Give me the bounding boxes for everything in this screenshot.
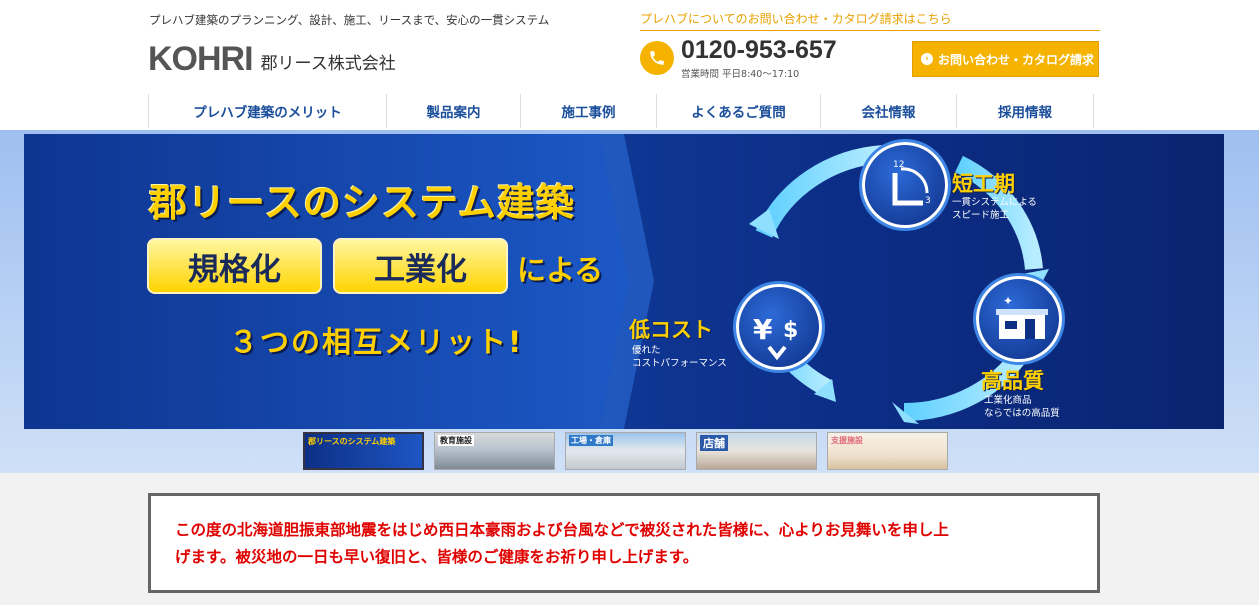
site-logo[interactable]: KOHRI 郡リース株式会社 — [148, 40, 396, 79]
thumbnail-label: 支援施設 — [831, 436, 863, 445]
short-term-title: 短工期 — [952, 172, 1015, 196]
svg-text:$: $ — [783, 318, 798, 343]
nav-item-cases[interactable]: 施工事例 — [520, 94, 656, 128]
short-term-desc: 一貫システムによる スピード施工 — [952, 196, 1037, 222]
quality-desc-2: ならではの高品質 — [984, 408, 1060, 419]
thumbnail-system[interactable]: 郡リースのシステム建築 — [303, 432, 424, 470]
svg-text:12: 12 — [893, 160, 904, 170]
phone-number[interactable]: 0120-953-657 — [681, 36, 837, 65]
thumbnail-support[interactable]: 支援施設 — [827, 432, 948, 470]
clock-icon: 12 3 — [862, 142, 948, 228]
site-header: プレハブ建築のプランニング、設計、施工、リースまで、安心の一貫システム KOHR… — [0, 0, 1259, 130]
short-term-desc-1: 一貫システムによる — [952, 197, 1037, 208]
nav-item-products[interactable]: 製品案内 — [386, 94, 520, 128]
thumbnail-label: 店舗 — [700, 435, 728, 451]
hero-mutual-merits: ３つの相互メリット! — [229, 325, 524, 359]
notice-line-2: げます。被災地の一日も早い復旧と、皆様のご健康をお祈り申し上げます。 — [175, 548, 699, 566]
short-term-desc-2: スピード施工 — [952, 210, 1010, 221]
quality-title: 高品質 — [981, 369, 1044, 393]
phone-icon — [640, 41, 674, 75]
disaster-notice: この度の北海道胆振東部地震をはじめ西日本豪雨および台風などで被災された皆様に、心… — [148, 493, 1100, 593]
building-icon: ✦ — [976, 276, 1062, 362]
contact-heading: プレハブについてのお問い合わせ・カタログ請求はこちら — [640, 10, 1100, 31]
business-hours: 営業時間 平日8:40〜17:10 — [681, 69, 800, 80]
hero-niyoru: による — [517, 253, 604, 287]
contact-catalog-button[interactable]: › お問い合わせ・カタログ請求 — [912, 41, 1099, 77]
quality-desc-1: 工業化商品 — [984, 395, 1032, 406]
thumbnail-label: 工場・倉庫 — [569, 435, 613, 446]
hero-slider[interactable]: 郡リースのシステム建築 規格化 工業化 による ３つの相互メリット! 12 3 … — [24, 134, 1224, 429]
low-cost-desc-1: 優れた — [632, 345, 661, 356]
thumbnail-label: 教育施設 — [438, 435, 474, 446]
low-cost-title: 低コスト — [629, 318, 713, 342]
nav-item-merit[interactable]: プレハブ建築のメリット — [148, 94, 386, 128]
contact-button-label: お問い合わせ・カタログ請求 — [938, 52, 1095, 67]
company-name: 郡リース株式会社 — [260, 54, 396, 74]
slider-thumbnails: 郡リースのシステム建築 教育施設 工場・倉庫 店舗 支援施設 — [303, 432, 948, 470]
notice-line-1: この度の北海道胆振東部地震をはじめ西日本豪雨および台風などで被災された皆様に、心… — [175, 521, 949, 539]
thumbnail-factory[interactable]: 工場・倉庫 — [565, 432, 686, 470]
svg-text:¥: ¥ — [753, 313, 773, 346]
thumbnail-label: 郡リースのシステム建築 — [308, 437, 396, 446]
thumbnail-store[interactable]: 店舗 — [696, 432, 817, 470]
nav-item-company[interactable]: 会社情報 — [820, 94, 956, 128]
chevron-right-icon: › — [921, 53, 933, 65]
yen-dollar-icon: ¥ $ — [736, 284, 822, 370]
nav-item-recruit[interactable]: 採用情報 — [956, 94, 1094, 128]
hero-title: 郡リースのシステム建築 — [149, 181, 575, 225]
industrialization-pill: 工業化 — [333, 238, 508, 294]
nav-item-faq[interactable]: よくあるご質問 — [656, 94, 820, 128]
svg-text:3: 3 — [925, 196, 931, 206]
quality-desc: 工業化商品 ならではの高品質 — [984, 394, 1060, 420]
thumbnail-education[interactable]: 教育施設 — [434, 432, 555, 470]
tagline: プレハブ建築のプランニング、設計、施工、リースまで、安心の一貫システム — [149, 13, 550, 27]
svg-text:✦: ✦ — [1003, 294, 1013, 308]
low-cost-desc: 優れた コストパフォーマンス — [632, 344, 727, 370]
standardization-pill: 規格化 — [147, 238, 322, 294]
main-nav: プレハブ建築のメリット 製品案内 施工事例 よくあるご質問 会社情報 採用情報 — [148, 94, 1094, 128]
logo-mark: KOHRI — [148, 40, 254, 78]
low-cost-desc-2: コストパフォーマンス — [632, 358, 727, 369]
